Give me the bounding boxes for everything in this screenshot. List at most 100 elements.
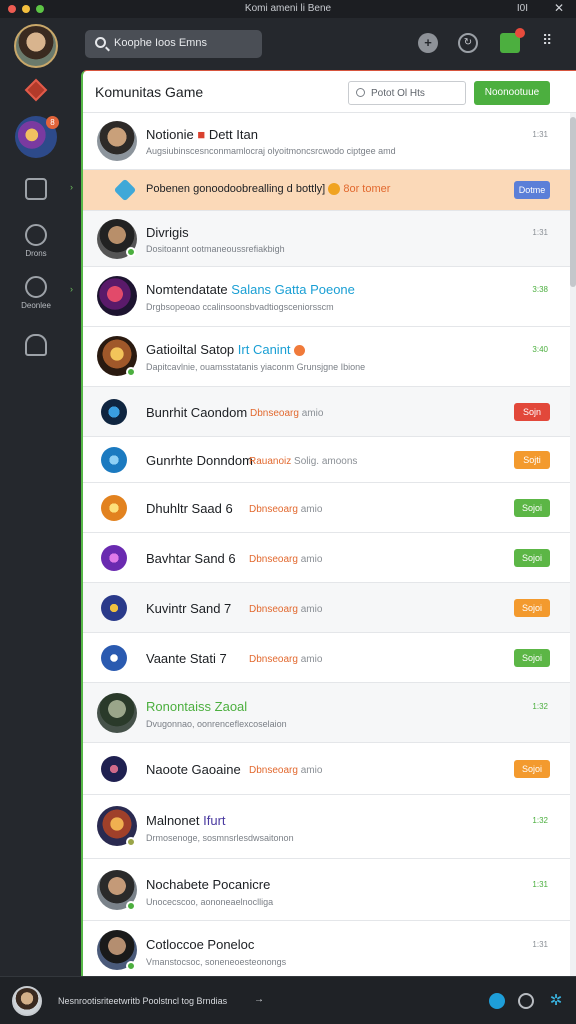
rail-item-drons[interactable]: Drons [14,224,58,258]
avatar [97,121,137,161]
row-tag-sub: amio [300,654,323,665]
row-action-button[interactable]: Sojn [514,403,550,421]
online-status-icon [126,247,136,257]
avatar [97,276,137,316]
row-tag: Dbnseoarg [250,408,299,419]
row-action-button[interactable]: Sojoi [514,649,550,667]
badge-icon [294,345,306,357]
promo-row[interactable]: Pobenen gonoodoobrealling d bottly] 8or … [83,170,570,211]
row-time: 1:31 [532,130,548,139]
row-tag-sub: amio [300,765,323,776]
chevron-right-icon: › [70,284,73,294]
row-name: Kuvintr Sand 7 [146,601,232,616]
notifications-icon[interactable] [500,28,525,53]
row-time: 1:31 [532,880,548,889]
shield-icon [25,178,47,200]
list-item[interactable]: Bavhtar Sand 6 Dbnseoarg amio Sojoi [83,533,570,583]
chevron-right-icon: › [70,182,73,192]
panel-search-input[interactable]: Potot Ol Hts [348,81,466,105]
left-rail: 8 › Drons Deonlee › [0,70,80,976]
refresh-icon[interactable]: ↻ [458,33,478,53]
list-item[interactable]: Malnonet Ifurt Drmosenoge, sosmnsrlesdws… [83,795,570,859]
row-action-button[interactable]: Sojoi [514,499,550,517]
row-name: Gunrhte Donndom [146,453,253,468]
list-item[interactable]: Notionie ■ Dett Itan Augsiubinscesnconma… [83,113,570,170]
puzzle-icon [113,178,137,202]
row-subtitle: Unocecscoo, aononeaelnoclliga [146,897,274,907]
list-item[interactable]: Kuvintr Sand 7 Dbnseoarg amio Sojoi [83,583,570,633]
list-item[interactable]: Cotloccoe Poneloc Vmanstocsoc, soneneoes… [83,921,570,976]
gamepad-icon[interactable]: + [418,33,438,53]
list-item[interactable]: Dhuhltr Saad 6 Dbnseoarg amio Sojoi [83,483,570,533]
row-action-button[interactable]: Sojoi [514,549,550,567]
row-name: Nochabete Pocanicre [146,877,271,892]
row-time: 1:31 [532,228,548,237]
row-name-accent: Salans Gatta Poeone [231,282,355,297]
row-subtitle: Drgbsopeoao ccalinsoonsbvadtiogsceniorss… [146,302,334,312]
avatar [101,595,127,621]
promo-text: Pobenen gonoodoobrealling d bottly] [146,183,326,195]
emoji-icon[interactable] [518,993,534,1009]
rail-item-shield[interactable] [14,178,58,200]
row-subtitle: Augsiubinscesnconmamlocraj olyoitmoncsrc… [146,146,396,156]
avatar [101,545,127,571]
row-time: 1:32 [532,816,548,825]
user-avatar[interactable] [14,24,58,68]
scroll-thumb[interactable] [570,117,576,287]
title-bar: Komi ameni li Bene I0I ✕ [0,0,576,18]
user-avatar[interactable] [12,986,42,1016]
headset-icon [25,224,47,246]
gem-icon [24,78,48,102]
list-item[interactable]: Bunrhit Caondom Dbnseoarg amio Sojn [83,387,570,437]
list-item[interactable]: Ronontaiss Zaoal Dvugonnao, oonrenceflex… [83,683,570,743]
panel-search-placeholder: Potot Ol Hts [371,88,425,99]
row-subtitle: Dvugonnao, oonrenceflexcoselaion [146,719,287,729]
list-item[interactable]: Divrigis Dositoannt ootmaneoussrefiakbig… [83,211,570,267]
panel-action-button[interactable]: Noonootuue [474,81,550,105]
close-icon[interactable]: ✕ [554,1,564,15]
row-time: 3:38 [532,285,548,294]
row-name: Nomtendatate [146,282,228,297]
rail-item-deonlee[interactable]: Deonlee [14,276,58,310]
search-input[interactable]: Koophe Ioos Emns [85,30,262,58]
rail-item-game[interactable]: 8 [14,116,59,158]
list-item[interactable]: Nomtendatate Salans Gatta Poeone Drgbsop… [83,267,570,327]
list-item[interactable]: Naoote Gaoaine Dbnseoarg amio Sojoi [83,743,570,795]
settings-icon[interactable]: ✲ [548,993,564,1009]
person-icon [25,334,47,356]
row-name: Naoote Gaoaine [146,762,241,777]
row-subtitle: Dapitcavlnie, ouamsstatanis yiaconm Grun… [146,362,366,372]
promo-tag: 8or tomer [343,183,391,195]
avatar [97,693,137,733]
chat-icon[interactable] [489,993,505,1009]
rail-item-person[interactable] [14,334,58,356]
more-icon[interactable]: ⠿ [542,32,553,49]
list-item[interactable]: Vaante Stati 7 Dbnseoarg amio Sojoi [83,633,570,683]
window-title: Komi ameni li Bene [244,3,332,14]
rail-label: Drons [25,249,47,258]
row-time: 3:40 [532,345,548,354]
row-subtitle: Vmanstocsoc, soneneoesteonongs [146,957,287,967]
rail-item-gem[interactable] [14,78,58,102]
coin-icon [328,183,341,196]
row-tag-sub: amio [300,504,323,515]
row-action-button[interactable]: Sojoi [514,599,550,617]
panel-title: Komunitas Game [95,84,204,100]
row-name: Ronontaiss Zaoal [146,699,248,714]
scrollbar[interactable] [570,113,576,976]
top-header: Koophe Ioos Emns + ↻ ⠿ [0,18,576,70]
row-tag: Rauanoiz [249,456,292,467]
row-tag: Dbnseoarg [249,554,298,565]
promo-button[interactable]: Dotme [514,181,550,199]
row-tag-sub: Solig. amoons [294,456,358,467]
list-item[interactable]: Gatioiltal Satop Irt Canint Dapitcavlnie… [83,327,570,387]
arrow-right-icon[interactable]: → [254,994,264,1005]
row-action-button[interactable]: Sojoi [514,760,550,778]
bottom-bar: Nesnrootisriteetwritb Poolstncl tog Brnd… [0,976,576,1024]
row-tag: Dbnseoarg [249,604,298,615]
row-name-accent: Irt Canint [237,342,291,357]
list-item[interactable]: Gunrhte Donndom Rauanoiz Solig. amoons S… [83,437,570,483]
row-name: Bunrhit Caondom [146,405,248,420]
list-item[interactable]: Nochabete Pocanicre Unocecscoo, aononeae… [83,859,570,921]
row-action-button[interactable]: Sojti [514,451,550,469]
